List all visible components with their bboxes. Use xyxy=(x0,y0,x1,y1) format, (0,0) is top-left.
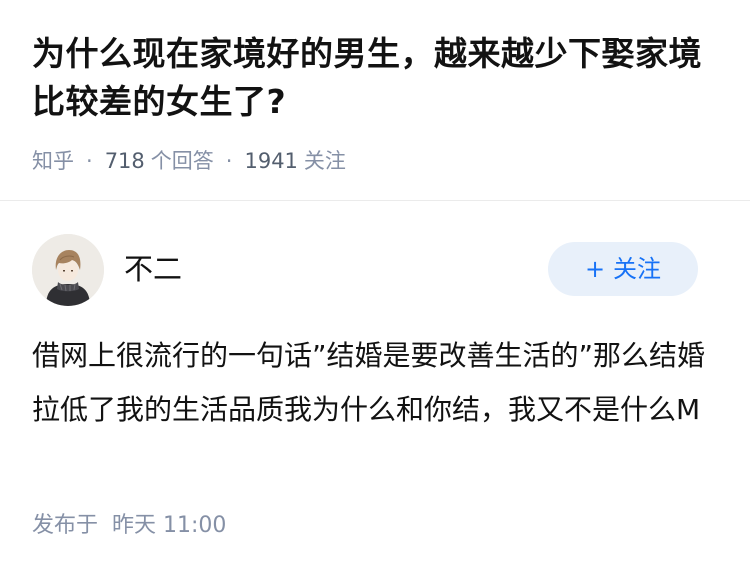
follower-count-unit: 关注 xyxy=(303,149,346,173)
question-meta: 知乎 · 718 个回答 · 1941 关注 xyxy=(32,146,346,176)
avatar-boy-illustration-icon xyxy=(32,234,104,306)
question-header: 为什么现在家境好的男生，越来越少下娶家境比较差的女生了? 知乎 · 718 个回答 · 1… xyxy=(0,0,750,200)
answer-content[interactable]: 借网上很流行的一句话”结婚是要改善生活的”那么结婚拉低了我的生活品质我为什么和你… xyxy=(32,329,722,437)
follower-count: 1941 xyxy=(244,149,298,173)
plus-icon: + xyxy=(584,255,606,283)
answer-count: 718 xyxy=(104,149,145,173)
author-avatar[interactable] xyxy=(32,234,104,306)
answer-count-unit[interactable]: 个回答 xyxy=(151,149,214,173)
source-label[interactable]: 知乎 xyxy=(32,149,74,173)
follow-button[interactable]: + 关注 xyxy=(548,242,698,296)
publish-info: 发布于 昨天 11:00 xyxy=(32,511,226,541)
author-name[interactable]: 不二 xyxy=(124,249,182,289)
publish-time: 昨天 11:00 xyxy=(112,513,227,538)
meta-separator: · xyxy=(225,149,233,173)
question-title[interactable]: 为什么现在家境好的男生，越来越少下娶家境比较差的女生了? xyxy=(32,30,722,126)
meta-separator: · xyxy=(86,149,93,173)
answer-card: 不二 + 关注 借网上很流行的一句话”结婚是要改善生活的”那么结婚拉低了我的生活品… xyxy=(0,201,750,580)
follow-button-label: 关注 xyxy=(613,255,662,283)
publish-label: 发布于 xyxy=(32,513,99,538)
